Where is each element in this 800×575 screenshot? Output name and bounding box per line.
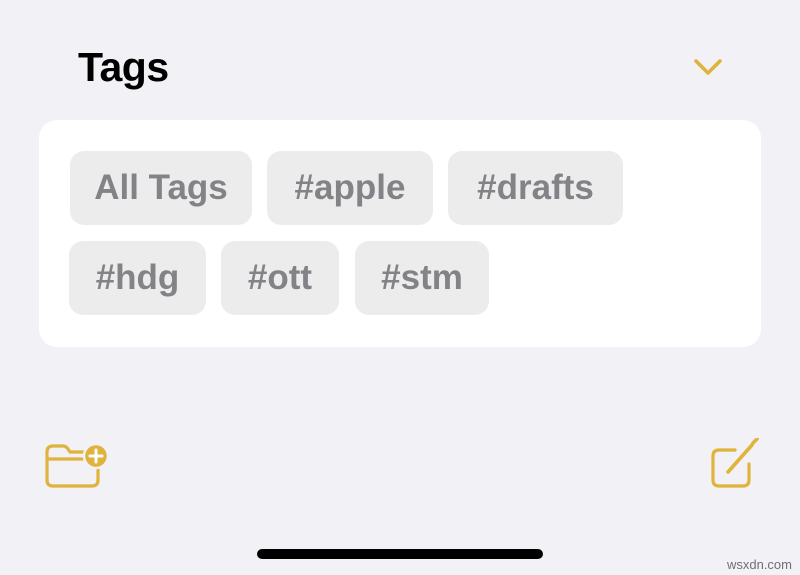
tags-section-title: Tags bbox=[78, 44, 169, 90]
square-and-pencil-icon bbox=[711, 437, 759, 488]
home-indicator[interactable] bbox=[257, 549, 543, 559]
folder-plus-icon bbox=[45, 442, 110, 488]
tag-hdg[interactable]: #hdg bbox=[69, 241, 206, 315]
tags-card: All Tags #apple #drafts #hdg #ott #stm bbox=[39, 120, 761, 347]
chevron-down-icon[interactable] bbox=[690, 54, 726, 82]
tag-ott[interactable]: #ott bbox=[221, 241, 339, 315]
tag-all-tags[interactable]: All Tags bbox=[70, 151, 252, 225]
tag-stm[interactable]: #stm bbox=[355, 241, 489, 315]
tag-apple[interactable]: #apple bbox=[267, 151, 433, 225]
compose-button[interactable] bbox=[708, 437, 760, 490]
tag-drafts[interactable]: #drafts bbox=[448, 151, 623, 225]
watermark: wsxdn.com bbox=[726, 557, 792, 572]
new-folder-button[interactable] bbox=[44, 442, 112, 490]
